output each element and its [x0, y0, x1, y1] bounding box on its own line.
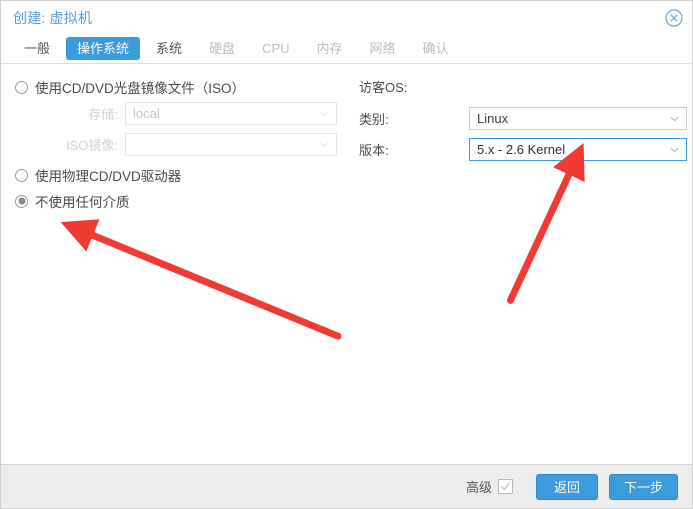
iso-image-select[interactable] — [125, 133, 337, 156]
dialog-body: 使用CD/DVD光盘镜像文件（ISO） 存储: local ISO镜像: 使用物… — [1, 64, 692, 464]
os-type-field-row: 类别: Linux — [357, 107, 692, 130]
radio-no-media[interactable] — [15, 194, 28, 208]
tab-os[interactable]: 操作系统 — [66, 37, 141, 60]
tab-network[interactable]: 网络 — [359, 37, 407, 60]
os-version-field-row: 版本: 5.x - 2.6 Kernel — [357, 138, 692, 161]
storage-field-row: 存储: local — [15, 102, 349, 125]
iso-image-label: ISO镜像: — [65, 138, 118, 153]
next-button[interactable]: 下一步 — [608, 473, 678, 500]
os-version-select[interactable]: 5.x - 2.6 Kernel — [469, 138, 687, 161]
close-icon[interactable] — [665, 9, 683, 27]
os-type-select[interactable]: Linux — [469, 107, 687, 130]
guest-os-pane: 访客OS: 类别: Linux 版本: 5.x - 2.6 Kernel — [349, 76, 692, 464]
chevron-down-icon — [320, 142, 329, 148]
os-version-select-value: 5.x - 2.6 Kernel — [477, 142, 566, 157]
tab-system[interactable]: 系统 — [145, 37, 193, 60]
storage-label: 存储: — [88, 107, 118, 122]
chevron-down-icon — [670, 147, 679, 153]
radio-iso-label: 使用CD/DVD光盘镜像文件（ISO） — [35, 81, 246, 96]
os-type-label: 类别: — [359, 112, 389, 127]
tab-memory[interactable]: 内存 — [306, 37, 354, 60]
tab-confirm[interactable]: 确认 — [412, 37, 460, 60]
guest-os-heading: 访客OS: — [359, 80, 408, 95]
storage-select-value: local — [133, 106, 160, 121]
os-type-select-value: Linux — [477, 111, 509, 126]
dialog-title: 创建: 虚拟机 — [13, 9, 93, 26]
iso-image-field-row: ISO镜像: — [15, 133, 349, 156]
chevron-down-icon — [670, 116, 679, 122]
advanced-label: 高级 — [465, 480, 492, 495]
chevron-down-icon — [320, 111, 329, 117]
radio-row-none[interactable]: 不使用任何介质 — [15, 190, 349, 212]
radio-iso[interactable] — [15, 80, 28, 94]
tab-general[interactable]: 一般 — [13, 37, 61, 60]
os-version-label: 版本: — [359, 143, 389, 158]
storage-select[interactable]: local — [125, 102, 337, 125]
dialog-footer: 高级 返回 下一步 — [1, 464, 692, 508]
radio-physical-drive-label: 使用物理CD/DVD驱动器 — [35, 169, 182, 184]
tab-cpu[interactable]: CPU — [251, 37, 300, 60]
radio-physical-drive[interactable] — [15, 168, 28, 182]
radio-no-media-label: 不使用任何介质 — [35, 195, 130, 210]
wizard-tabs: 一般 操作系统 系统 硬盘 CPU 内存 网络 确认 — [1, 34, 692, 64]
radio-row-iso[interactable]: 使用CD/DVD光盘镜像文件（ISO） — [15, 76, 349, 98]
tab-disk[interactable]: 硬盘 — [198, 37, 246, 60]
create-vm-dialog: 创建: 虚拟机 一般 操作系统 系统 硬盘 CPU 内存 网络 确认 使用CD/… — [0, 0, 693, 509]
media-source-pane: 使用CD/DVD光盘镜像文件（ISO） 存储: local ISO镜像: 使用物… — [1, 76, 349, 464]
back-button[interactable]: 返回 — [535, 473, 598, 500]
radio-row-physical[interactable]: 使用物理CD/DVD驱动器 — [15, 164, 349, 186]
dialog-titlebar: 创建: 虚拟机 — [1, 1, 692, 34]
advanced-checkbox[interactable] — [497, 479, 513, 494]
